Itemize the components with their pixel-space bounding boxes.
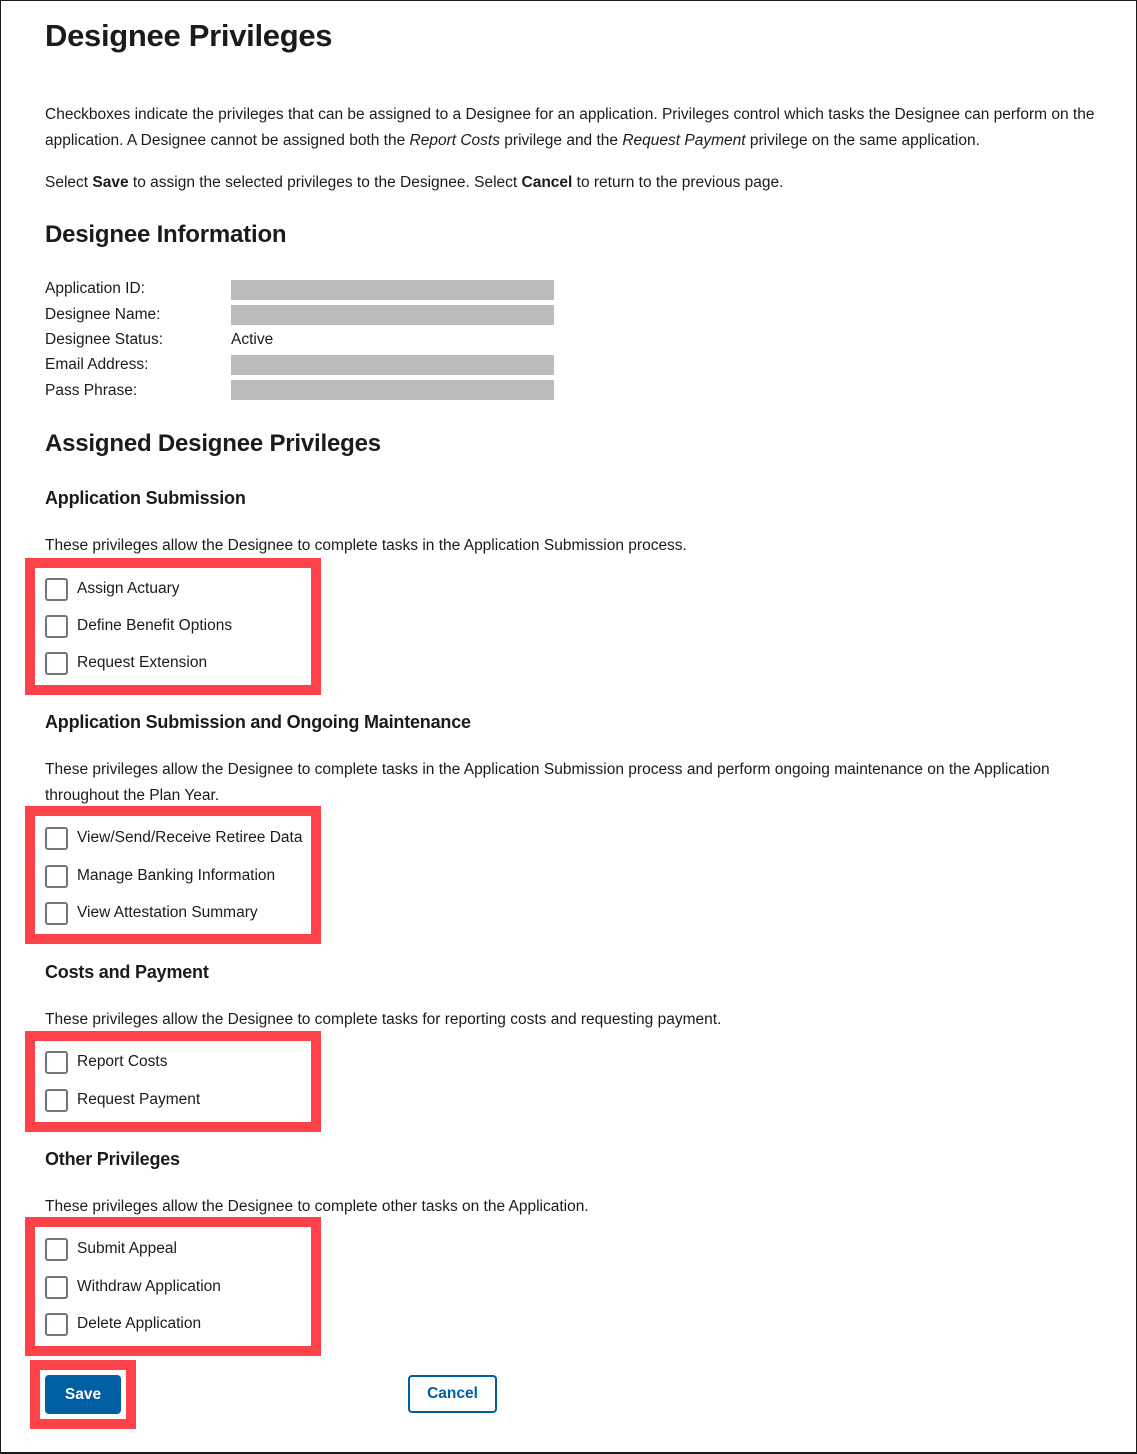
- group-description: These privileges allow the Designee to c…: [45, 757, 1125, 809]
- instr-cancel-word: Cancel: [521, 174, 573, 191]
- checkbox-delete-application[interactable]: Delete Application: [45, 1312, 201, 1336]
- intro-em-request-payment: Request Payment: [622, 132, 746, 149]
- checkbox-label: Request Extension: [77, 654, 208, 671]
- intro-line-2: application. A Designee cannot be assign…: [45, 128, 1125, 154]
- instr-save-word: Save: [92, 174, 129, 191]
- checkbox-box[interactable]: [45, 651, 68, 675]
- instructions-paragraph: Select Save to assign the selected privi…: [45, 170, 1125, 196]
- highlight-box: [25, 1031, 321, 1132]
- checkbox-label: Submit Appeal: [77, 1240, 177, 1257]
- checkbox-box[interactable]: [45, 826, 68, 850]
- cancel-button[interactable]: Cancel: [408, 1375, 497, 1413]
- checkbox-define-benefit-options[interactable]: Define Benefit Options: [45, 614, 232, 638]
- checkbox-manage-banking-information[interactable]: Manage Banking Information: [45, 864, 275, 888]
- checkbox-box[interactable]: [45, 577, 68, 601]
- instr-text: to return to the previous page.: [572, 174, 784, 191]
- checkbox-box[interactable]: [45, 614, 68, 638]
- checkbox-box[interactable]: [45, 1088, 68, 1112]
- designee-status-value: Active: [231, 331, 274, 348]
- designee-name-label: Designee Name:: [45, 306, 161, 323]
- intro-text: privilege and the: [499, 132, 623, 149]
- checkbox-box[interactable]: [45, 1237, 68, 1261]
- intro-text: privilege on the same application.: [745, 132, 980, 149]
- checkbox-label: Define Benefit Options: [77, 617, 233, 634]
- pass-phrase-value-redacted: [231, 380, 554, 400]
- group-description: These privileges allow the Designee to c…: [45, 1011, 722, 1028]
- group-title-other-privileges: Other Privileges: [45, 1149, 180, 1169]
- checkbox-label: View Attestation Summary: [77, 904, 258, 921]
- group-title-application-submission: Application Submission: [45, 488, 246, 508]
- checkbox-label: Report Costs: [77, 1053, 168, 1070]
- designee-name-value-redacted: [231, 305, 554, 325]
- email-address-label: Email Address:: [45, 356, 149, 373]
- checkbox-submit-appeal[interactable]: Submit Appeal: [45, 1237, 177, 1261]
- designee-status-label: Designee Status:: [45, 331, 164, 348]
- checkbox-request-payment[interactable]: Request Payment: [45, 1088, 200, 1112]
- checkbox-box[interactable]: [45, 864, 68, 888]
- checkbox-label: Withdraw Application: [77, 1278, 221, 1295]
- intro-text: application. A Designee cannot be assign…: [45, 132, 410, 149]
- group-title-submission-maintenance: Application Submission and Ongoing Maint…: [45, 712, 471, 732]
- group-description-line: These privileges allow the Designee to c…: [45, 761, 1050, 778]
- instr-text: to assign the selected privileges to the…: [128, 174, 522, 191]
- checkbox-label: View/Send/Receive Retiree Data: [77, 829, 303, 846]
- checkbox-box[interactable]: [45, 1050, 68, 1074]
- application-id-label: Application ID:: [45, 280, 145, 297]
- pass-phrase-label: Pass Phrase:: [45, 382, 138, 399]
- checkbox-label: Delete Application: [77, 1315, 202, 1332]
- checkbox-box[interactable]: [45, 901, 68, 925]
- page-title: Designee Privileges: [45, 18, 333, 53]
- checkbox-view-attestation-summary[interactable]: View Attestation Summary: [45, 901, 258, 925]
- intro-line-1: Checkboxes indicate the privileges that …: [45, 106, 1095, 123]
- intro-em-report-costs: Report Costs: [409, 132, 500, 149]
- checkbox-assign-actuary[interactable]: Assign Actuary: [45, 577, 180, 601]
- instr-text: Select: [45, 174, 93, 191]
- checkbox-label: Request Payment: [77, 1091, 201, 1108]
- assigned-privileges-heading: Assigned Designee Privileges: [45, 430, 381, 457]
- checkbox-box[interactable]: [45, 1312, 68, 1336]
- checkbox-report-costs[interactable]: Report Costs: [45, 1050, 167, 1074]
- application-id-value-redacted: [231, 280, 554, 300]
- email-address-value-redacted: [231, 355, 554, 375]
- checkbox-label: Assign Actuary: [77, 580, 180, 597]
- intro-paragraph: Checkboxes indicate the privileges that …: [45, 102, 1125, 154]
- checkbox-request-extension[interactable]: Request Extension: [45, 651, 207, 675]
- group-description: These privileges allow the Designee to c…: [45, 537, 687, 554]
- checkbox-box[interactable]: [45, 1275, 68, 1299]
- designee-info-heading: Designee Information: [45, 221, 287, 248]
- checkbox-withdraw-application[interactable]: Withdraw Application: [45, 1275, 221, 1299]
- checkbox-label: Manage Banking Information: [77, 867, 276, 884]
- checkbox-view-send-receive-retiree-data[interactable]: View/Send/Receive Retiree Data: [45, 826, 302, 850]
- group-title-costs-and-payment: Costs and Payment: [45, 962, 209, 982]
- save-button[interactable]: Save: [45, 1375, 121, 1414]
